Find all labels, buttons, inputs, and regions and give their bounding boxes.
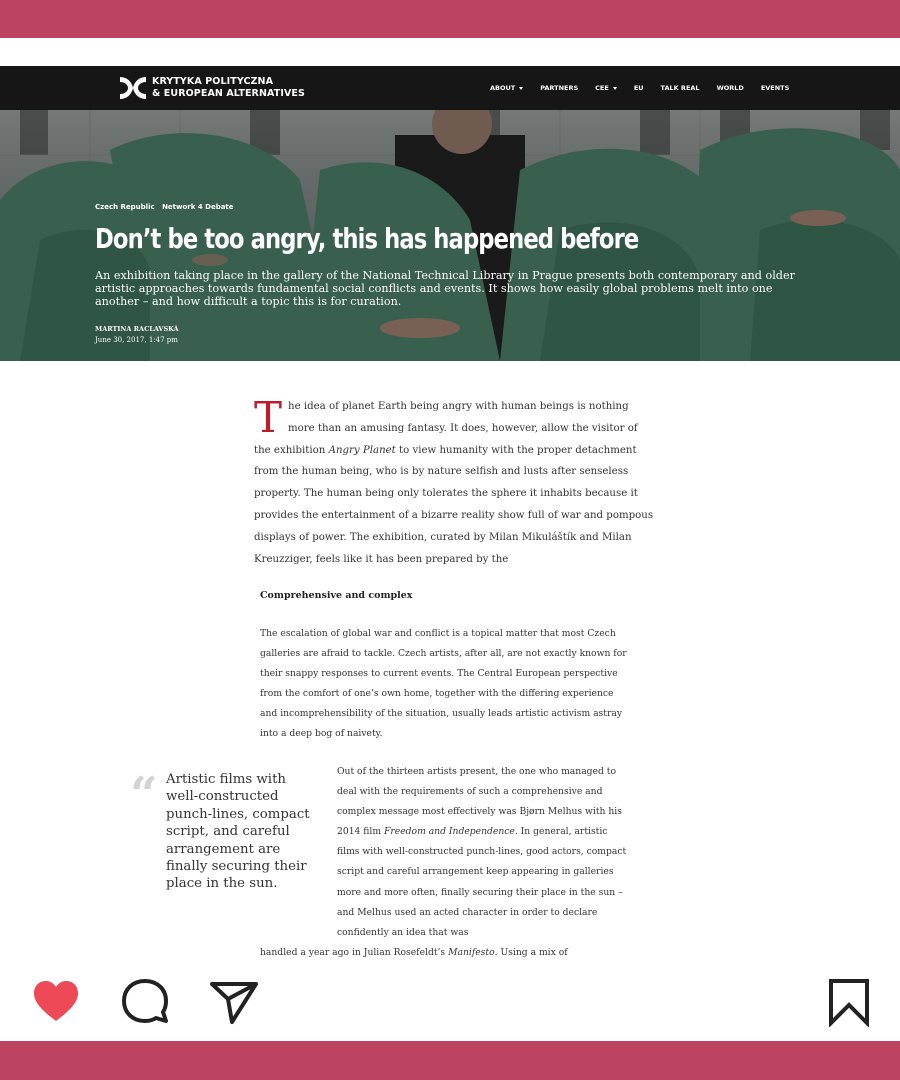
film-title: Freedom and Independence	[384, 826, 515, 838]
nav-item-cee[interactable]: CEE	[595, 84, 617, 92]
nav-item-about[interactable]: ABOUT	[490, 84, 524, 92]
post-action-bar	[0, 975, 900, 1030]
nav-item-partners[interactable]: PARTNERS	[540, 84, 578, 92]
caret-down-icon	[612, 86, 617, 90]
nav-item-world[interactable]: WORLD	[717, 84, 744, 92]
comment-bubble-icon[interactable]	[120, 977, 170, 1027]
article-lead: An exhibition taking place in the galler…	[95, 269, 795, 308]
article-intro: T he idea of planet Earth being angry wi…	[254, 396, 654, 565]
bottom-frame-band	[0, 1041, 900, 1080]
caret-down-icon	[519, 86, 524, 90]
logo-mark-icon	[120, 77, 146, 99]
article-paragraph: The escalation of global war and conflic…	[260, 628, 627, 740]
main-menu: ABOUT PARTNERS CEE EU TALK REAL WORLD EV…	[490, 66, 806, 110]
pull-quote: Artistic films with well-constructed pun…	[166, 772, 310, 892]
section-heading: Comprehensive and complex	[260, 590, 413, 601]
bookmark-icon[interactable]	[824, 977, 874, 1027]
nav-item-eu[interactable]: EU	[634, 84, 644, 92]
category-tag[interactable]: Network 4 Debate	[162, 203, 233, 211]
nav-item-events[interactable]: EVENTS	[761, 84, 789, 92]
logo-text: KRYTYKA POLITYCZNA & EUROPEAN ALTERNATIV…	[152, 76, 305, 100]
article-paragraph: Out of the thirteen artists present, the…	[337, 766, 627, 938]
publish-date: June 30, 2017, 1:47 pm	[95, 336, 178, 344]
exhibition-title: Angry Planet	[328, 444, 396, 456]
article-title: Don’t be too angry, this has happened be…	[95, 222, 639, 255]
category-tag[interactable]: Czech Republic	[95, 203, 155, 211]
paper-plane-icon[interactable]	[209, 977, 259, 1027]
nav-item-talk-real[interactable]: TALK REAL	[661, 84, 700, 92]
heart-icon[interactable]	[31, 977, 81, 1027]
hero-banner: Czech Republic Network 4 Debate Don’t be…	[0, 110, 900, 361]
site-logo[interactable]: KRYTYKA POLITYCZNA & EUROPEAN ALTERNATIV…	[118, 73, 305, 103]
top-frame-band	[0, 0, 900, 38]
site-navbar: KRYTYKA POLITYCZNA & EUROPEAN ALTERNATIV…	[0, 66, 900, 110]
logo-line-1: KRYTYKA POLITYCZNA	[152, 76, 274, 87]
author-name[interactable]: MARTINA RACLAVSKÁ	[95, 325, 179, 333]
quote-mark-icon: “	[130, 767, 158, 823]
drop-cap: T	[254, 396, 283, 442]
category-tags: Czech Republic Network 4 Debate	[95, 203, 239, 211]
film-title: Manifesto	[448, 947, 495, 958]
logo-line-2: & EUROPEAN ALTERNATIVES	[152, 88, 305, 99]
article-paragraph-continued: handled a year ago in Julian Rosefeldt’s…	[260, 947, 568, 958]
